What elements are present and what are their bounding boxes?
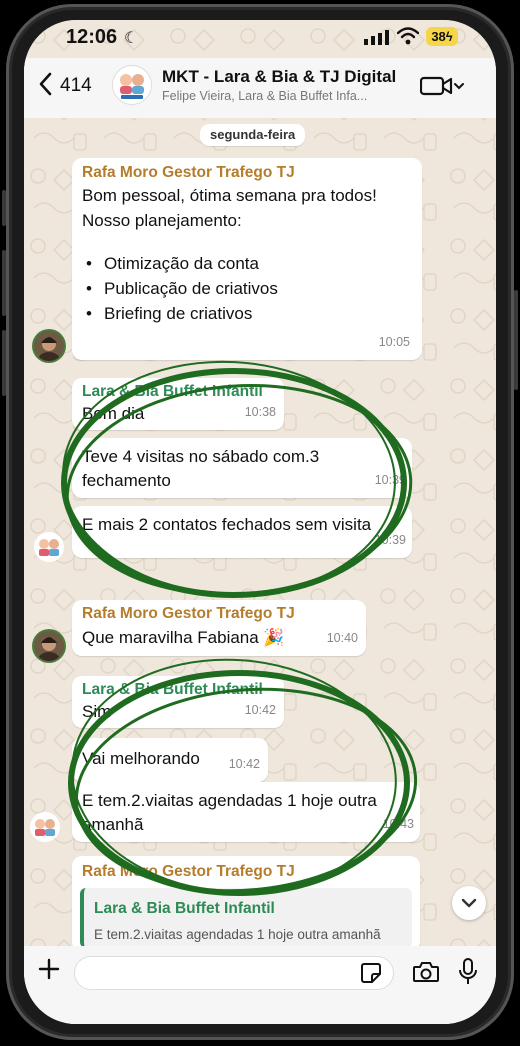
list-item: Otimização da conta [82, 251, 377, 276]
message-text: Que maravilha Fabiana 🎉 [82, 628, 285, 647]
message-bullet-list: Otimização da conta Publicação de criati… [82, 251, 377, 326]
group-avatar[interactable] [112, 65, 152, 105]
message-text: E tem.2.viaitas agendadas 1 hoje outra [82, 791, 377, 810]
quoted-text: E tem.2.viaitas agendadas 1 hoje outra a… [94, 927, 381, 942]
message-time: 10:05 [378, 335, 410, 349]
message-time: 10:43 [382, 817, 414, 831]
battery-indicator: 38ϟ [426, 27, 458, 46]
sticker-icon[interactable] [360, 962, 382, 984]
message-time: 10:38 [244, 405, 276, 419]
message-text: fechamento [82, 471, 171, 490]
scroll-to-bottom-button[interactable] [452, 886, 486, 920]
date-chip: segunda-feira [200, 124, 306, 146]
message-time: 10:39 [374, 533, 406, 547]
message-bubble[interactable]: E tem.2.viaitas agendadas 1 hoje outra a… [72, 782, 420, 842]
side-button-power [514, 290, 518, 390]
message-text: Sim [82, 702, 112, 721]
message-text: Bom pessoal, ótima semana pra todos! [82, 186, 377, 205]
message-bubble[interactable]: Lara & Bia Buffet Infantil Bom dia 10:38 [72, 378, 284, 430]
microphone-icon[interactable] [458, 957, 478, 987]
message-text: Vai melhorando [82, 749, 200, 768]
side-button-volume-up [2, 250, 6, 316]
message-text: E mais 2 contatos fechados sem visita [82, 515, 372, 534]
chat-participants[interactable]: Felipe Vieira, Lara & Bia Buffet Infa... [162, 89, 367, 103]
message-bubble[interactable]: Rafa Moro Gestor Trafego TJ Bom pessoal,… [72, 158, 422, 360]
wifi-icon [397, 27, 419, 45]
screen: 12:06 ☾ 38ϟ 414 MKT - Lara & Bia & TJ Di… [24, 20, 496, 1024]
chat-header: 414 MKT - Lara & Bia & TJ Digital Felipe… [24, 58, 496, 118]
message-bubble[interactable]: Rafa Moro Gestor Trafego TJ Que maravilh… [72, 600, 366, 656]
video-call-icon[interactable] [420, 75, 464, 97]
moon-icon: ☾ [124, 30, 139, 47]
message-bubble[interactable]: Teve 4 visitas no sábado com.3 fechament… [72, 438, 412, 498]
list-item: Briefing de criativos [82, 301, 377, 326]
back-chevron-icon[interactable] [38, 72, 52, 96]
group-logo-icon [120, 74, 144, 99]
message-bubble[interactable]: E mais 2 contatos fechados sem visita 10… [72, 506, 412, 558]
list-item: Publicação de criativos [82, 276, 377, 301]
battery-level: 38 [431, 29, 446, 44]
chevron-down-icon [461, 898, 477, 908]
quoted-message[interactable]: Lara & Bia Buffet Infantil E tem.2.viait… [80, 888, 412, 948]
status-time: 12:06 [66, 26, 118, 48]
message-bubble[interactable]: Lara & Bia Buffet Infantil Sim 10:42 [72, 676, 284, 728]
message-time: 10:40 [326, 631, 358, 645]
side-button-volume-down [2, 330, 6, 396]
unread-count[interactable]: 414 [60, 75, 92, 97]
avatar[interactable] [34, 532, 64, 562]
message-text: amanhã [82, 815, 144, 834]
sender-name[interactable]: Rafa Moro Gestor Trafego TJ [82, 862, 295, 882]
sender-name[interactable]: Lara & Bia Buffet Infantil [82, 680, 263, 700]
cellular-signal-icon [364, 30, 389, 45]
sender-name[interactable]: Rafa Moro Gestor Trafego TJ [82, 604, 295, 624]
sender-name[interactable]: Rafa Moro Gestor Trafego TJ [82, 163, 377, 183]
message-time: 10:42 [244, 703, 276, 717]
reply-message-bubble[interactable]: Rafa Moro Gestor Trafego TJ Lara & Bia B… [72, 856, 420, 952]
message-time: 10:42 [228, 757, 260, 771]
quoted-sender: Lara & Bia Buffet Infantil [94, 900, 275, 917]
charging-icon: ϟ [445, 29, 453, 44]
message-bubble[interactable]: Vai melhorando 10:42 [72, 738, 268, 782]
chat-title[interactable]: MKT - Lara & Bia & TJ Digital [162, 67, 396, 87]
message-input[interactable] [74, 956, 394, 990]
status-bar: 12:06 ☾ 38ϟ [24, 20, 496, 56]
avatar[interactable] [30, 812, 60, 842]
plus-icon[interactable] [38, 958, 60, 980]
camera-icon[interactable] [412, 960, 440, 984]
message-text: Teve 4 visitas no sábado com.3 [82, 447, 320, 466]
avatar[interactable] [34, 631, 64, 661]
message-text: Nosso planejamento: [82, 211, 242, 230]
message-time: 10:39 [374, 473, 406, 487]
message-text: Bom dia [82, 404, 145, 423]
side-button-mute [2, 190, 6, 226]
sender-name[interactable]: Lara & Bia Buffet Infantil [82, 382, 263, 402]
message-input-bar [24, 946, 496, 1024]
avatar[interactable] [34, 331, 64, 361]
